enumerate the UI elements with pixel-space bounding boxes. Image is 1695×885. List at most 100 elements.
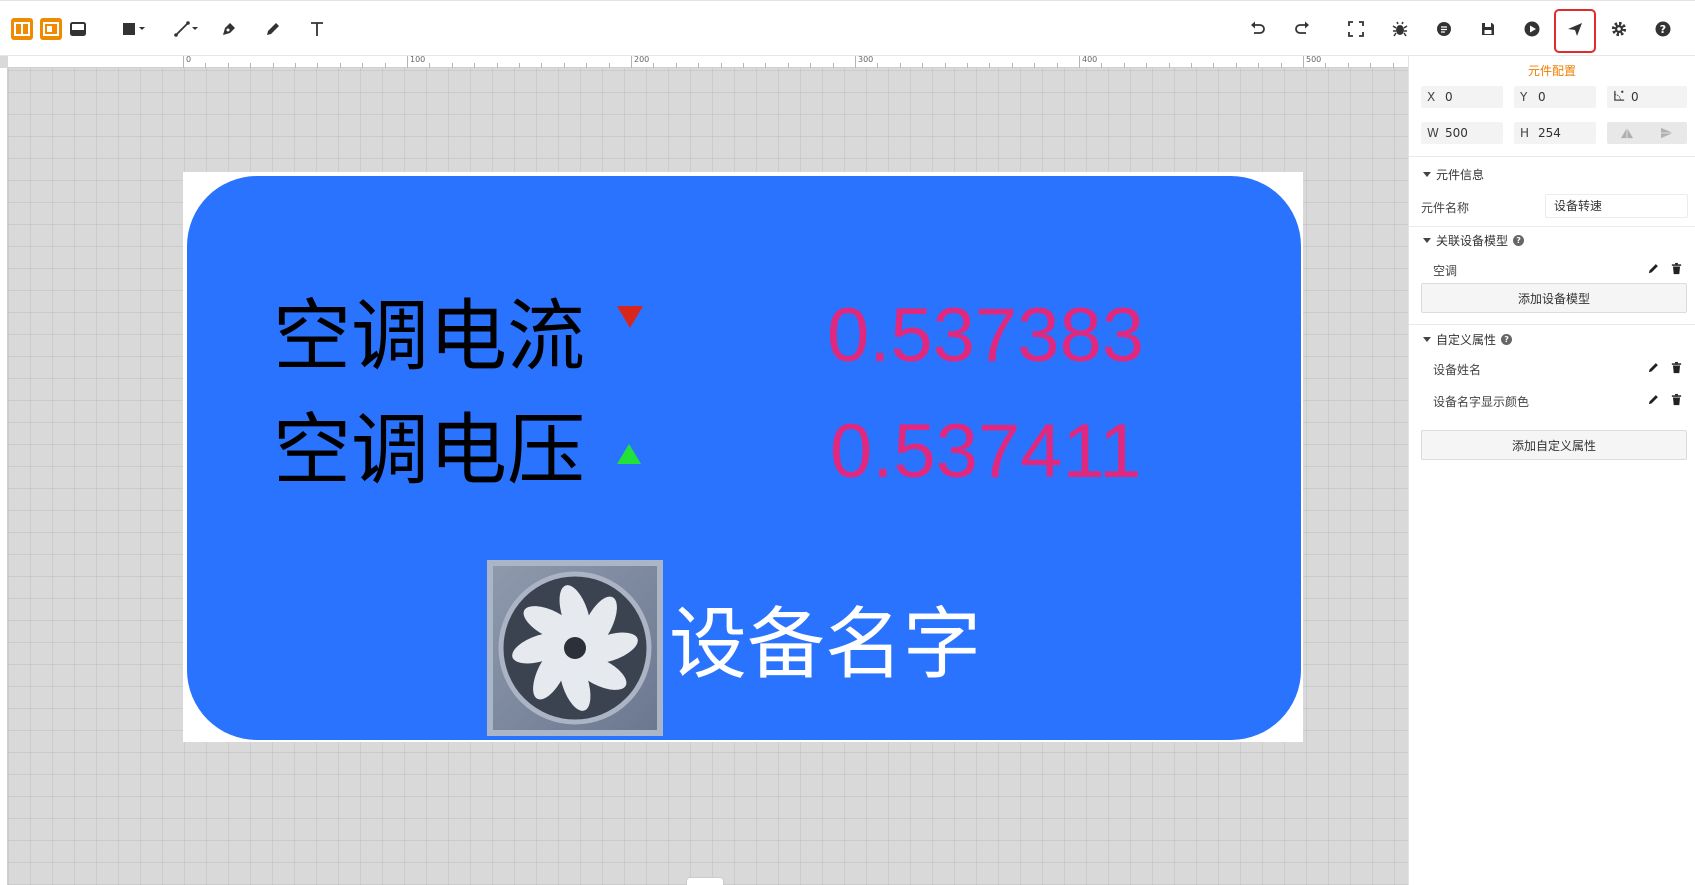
fan-image: [487, 560, 663, 736]
divider: [1409, 156, 1695, 157]
current-value: 0.537383: [827, 293, 1144, 378]
custom-section-header[interactable]: 自定义属性 ?: [1423, 331, 1513, 348]
properties-panel: 元件配置 X 0 Y 0 0 W 500 H 254 元件信息 元件名称 设备转…: [1408, 56, 1695, 885]
line-tool-button[interactable]: [168, 15, 204, 43]
ruler-tick: [1303, 56, 1304, 68]
undo-button[interactable]: [1244, 15, 1272, 43]
voltage-label: 空调电压: [273, 406, 586, 496]
flip-horizontal-button[interactable]: [1647, 122, 1687, 144]
angle-value: 0: [1631, 90, 1639, 104]
flip-buttons: [1607, 122, 1687, 144]
rectangle-tool-button[interactable]: [115, 15, 151, 43]
ruler-tick: [183, 56, 184, 68]
data-button[interactable]: [1430, 15, 1458, 43]
editor-canvas[interactable]: 0 100 200 300 400 500 空调电流 0.537383 空调电压…: [0, 56, 1408, 885]
width-field[interactable]: W 500: [1421, 122, 1503, 144]
fullscreen-button[interactable]: [1342, 15, 1370, 43]
publish-button[interactable]: [1561, 15, 1589, 43]
undo-icon: [1251, 21, 1265, 34]
y-field[interactable]: Y 0: [1514, 86, 1596, 108]
model-item-actions: [1647, 262, 1683, 275]
panel-title: 元件配置: [1527, 64, 1576, 78]
save-button[interactable]: [1474, 15, 1502, 43]
custom-item-label: 设备名字显示颜色: [1433, 395, 1530, 409]
divider: [1409, 226, 1695, 227]
x-field[interactable]: X 0: [1421, 86, 1503, 108]
edit-icon[interactable]: [1647, 393, 1660, 406]
help-icon: ?: [1655, 21, 1671, 37]
bottom-panel-handle[interactable]: [686, 877, 724, 885]
angle-field[interactable]: 0: [1607, 86, 1687, 108]
flip-vertical-button[interactable]: [1607, 122, 1647, 144]
component-name-label: 元件名称: [1421, 201, 1470, 215]
ruler-label-400: 400: [1082, 56, 1098, 64]
model-item-label: 空调: [1433, 264, 1458, 278]
divider: [1409, 324, 1695, 325]
device-name-text: 设备名字: [669, 600, 982, 690]
pen-icon: [223, 23, 235, 35]
add-device-model-button[interactable]: 添加设备模型: [1421, 283, 1687, 313]
send-icon: [1568, 23, 1582, 36]
text-icon: [311, 22, 323, 36]
gear-icon: [1611, 21, 1627, 37]
ruler-label-200: 200: [634, 56, 650, 64]
model-section-header[interactable]: 关联设备模型 ?: [1423, 232, 1525, 249]
help-icon[interactable]: ?: [1513, 235, 1525, 246]
info-section-header[interactable]: 元件信息: [1423, 166, 1484, 183]
svg-text:?: ?: [1660, 23, 1666, 36]
toolbar: ?: [0, 0, 1695, 56]
text-tool-button[interactable]: [303, 15, 331, 43]
play-button[interactable]: [1518, 15, 1546, 43]
pencil-tool-button[interactable]: [259, 15, 287, 43]
debug-button[interactable]: [1386, 15, 1414, 43]
voltage-value: 0.537411: [830, 409, 1142, 494]
line-icon: [174, 21, 198, 37]
delete-icon[interactable]: [1670, 262, 1683, 275]
redo-button[interactable]: [1288, 15, 1316, 43]
caret-down-icon: [1423, 172, 1431, 177]
ruler-label-0: 0: [186, 56, 192, 64]
current-trend-down-icon: [617, 306, 643, 328]
layout-single-button[interactable]: [40, 18, 62, 40]
data-icon: [1437, 22, 1451, 36]
delete-icon[interactable]: [1670, 393, 1683, 406]
info-section-title: 元件信息: [1436, 168, 1485, 182]
current-label: 空调电流: [273, 292, 586, 382]
layout-split-left-button[interactable]: [11, 18, 33, 40]
custom-section-title: 自定义属性: [1436, 333, 1497, 347]
save-icon: [1482, 23, 1494, 35]
voltage-trend-up-icon: [617, 444, 641, 464]
selected-component-frame[interactable]: 空调电流 0.537383 空调电压 0.537411 设备名字: [183, 172, 1303, 742]
y-label: Y: [1520, 90, 1528, 104]
component-name-input[interactable]: 设备转速: [1545, 194, 1688, 218]
w-value: 500: [1445, 126, 1468, 140]
delete-icon[interactable]: [1670, 361, 1683, 374]
rectangle-icon: [123, 23, 145, 35]
model-section-title: 关联设备模型: [1436, 234, 1509, 248]
help-button[interactable]: ?: [1649, 15, 1677, 43]
help-icon[interactable]: ?: [1501, 334, 1513, 345]
pencil-icon: [267, 23, 279, 35]
ruler-tick: [407, 56, 408, 68]
edit-icon[interactable]: [1647, 361, 1660, 374]
add-custom-attribute-button[interactable]: 添加自定义属性: [1421, 430, 1687, 460]
ruler-tick: [631, 56, 632, 68]
w-label: W: [1427, 126, 1439, 140]
edit-icon[interactable]: [1647, 262, 1660, 275]
settings-button[interactable]: [1605, 15, 1633, 43]
layout-bottom-button[interactable]: [67, 18, 89, 40]
layout-single-icon: [43, 22, 59, 36]
h-label: H: [1520, 126, 1530, 140]
y-value: 0: [1538, 90, 1546, 104]
ruler-tick: [1079, 56, 1080, 68]
height-field[interactable]: H 254: [1514, 122, 1596, 144]
flip-horizontal-icon: [1661, 127, 1673, 139]
pen-tool-button[interactable]: [215, 15, 243, 43]
ruler-tick: [855, 56, 856, 68]
h-value: 254: [1538, 126, 1561, 140]
device-card[interactable]: 空调电流 0.537383 空调电压 0.537411 设备名字: [187, 176, 1301, 740]
custom-item-label: 设备姓名: [1433, 363, 1482, 377]
ruler-label-500: 500: [1306, 56, 1322, 64]
vertical-ruler: [0, 68, 8, 885]
fan-icon: [498, 571, 652, 725]
